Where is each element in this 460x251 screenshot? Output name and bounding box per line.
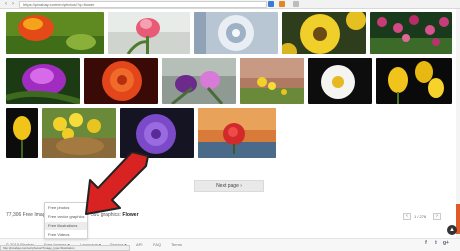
thumb-red-tulip[interactable] [6,12,104,54]
footer-terms-link[interactable]: Terms [171,242,182,247]
forward-icon[interactable]: › [10,1,16,7]
thumb-frost-flower[interactable] [194,12,278,54]
address-bar[interactable]: https://pixabay.com/en/photos/?q=flower [19,1,267,8]
dropdown-item-videos[interactable]: Free Videos [45,231,87,239]
page-indicator: 1 / 276 [414,214,427,219]
twitter-icon[interactable]: t [433,240,439,246]
thumb-white-daisy[interactable] [308,58,372,104]
thumb-yellow-tulip-small[interactable] [6,108,38,158]
back-icon[interactable]: ‹ [3,1,9,7]
facebook-icon[interactable]: f [423,240,429,246]
bookmark-icon[interactable] [268,1,274,7]
thumb-yellow-flower-basket[interactable] [42,108,116,158]
thumb-orange-rose[interactable] [84,58,158,104]
prev-page-button[interactable]: ‹ [403,213,411,220]
thumb-yellow-tulips[interactable] [376,58,452,104]
thumb-pink-tulip[interactable] [108,12,190,54]
status-bar-url: http://pixabay.com/en/photos/?image_type… [0,245,130,251]
footer-api-link[interactable]: API [136,242,142,247]
firefox-icon[interactable] [279,1,285,7]
thumb-yellow-daisy[interactable] [282,12,366,54]
next-page-button[interactable]: Next page › [194,180,264,192]
scroll-to-top-icon[interactable]: ▲ [447,225,457,235]
thumb-yellow-wildflowers[interactable] [240,58,304,104]
google-plus-icon[interactable]: g+ [443,240,449,246]
dropdown-item-illustrations[interactable]: Free illustrations [45,222,87,230]
thumb-pink-tulips-field[interactable] [370,12,452,54]
footer-faq-link[interactable]: FAQ [153,242,161,247]
thumb-purple-tulips[interactable] [162,58,236,104]
menu-icon[interactable] [293,1,299,7]
next-page-small-button[interactable]: › [433,213,441,220]
red-arrow-icon [85,152,149,215]
thumb-purple-tulip[interactable] [6,58,80,104]
browser-toolbar: ‹ › https://pixabay.com/en/photos/?q=flo… [0,0,460,9]
thumb-purple-aster[interactable] [120,108,194,158]
thumb-red-rose-water[interactable] [198,108,276,158]
